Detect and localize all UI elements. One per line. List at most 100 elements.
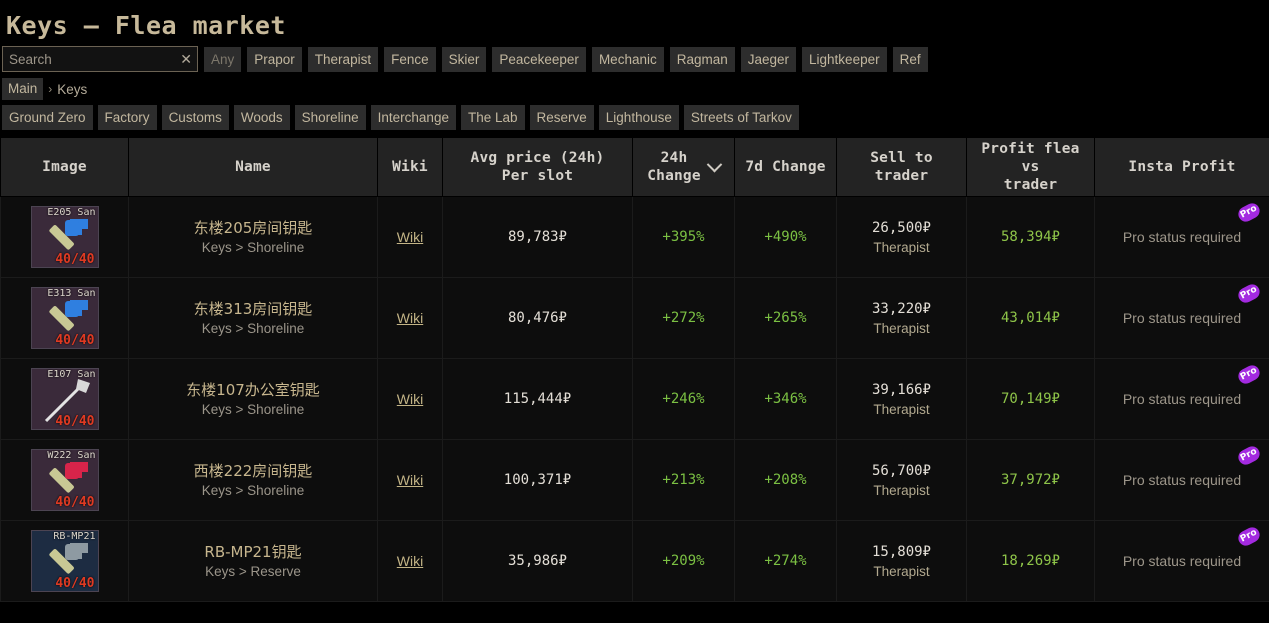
trader-filter-lightkeeper[interactable]: Lightkeeper	[802, 47, 887, 72]
column-header-label: Insta Profit	[1128, 158, 1235, 176]
sell-price-value: 15,809₽	[843, 542, 960, 562]
insta-profit-status: Pro status required	[1123, 472, 1241, 488]
avg-price-value: 35,986₽	[508, 553, 567, 569]
wiki-link[interactable]: Wiki	[397, 391, 423, 407]
change-24h-value: +395%	[662, 229, 704, 245]
cell-sell-to-trader: 56,700₽Therapist	[837, 440, 967, 521]
column-header-name[interactable]: Name	[129, 138, 378, 197]
map-filter-factory[interactable]: Factory	[98, 105, 157, 130]
trader-filter-fence[interactable]: Fence	[384, 47, 436, 72]
map-filter-lighthouse[interactable]: Lighthouse	[599, 105, 679, 130]
trader-filter-therapist[interactable]: Therapist	[308, 47, 378, 72]
item-name[interactable]: 东楼205房间钥匙	[135, 218, 371, 238]
wiki-link[interactable]: Wiki	[397, 553, 423, 569]
item-icon[interactable]: RB-MP2140/40	[31, 530, 99, 592]
wiki-link[interactable]: Wiki	[397, 310, 423, 326]
column-header-label: 7d Change	[745, 158, 825, 176]
cell-name[interactable]: 东楼205房间钥匙Keys > Shoreline	[129, 197, 378, 278]
cell-wiki: Wiki	[378, 197, 443, 278]
pro-badge[interactable]: Pro	[1236, 444, 1262, 468]
change-7d-value: +274%	[764, 553, 806, 569]
breadcrumb-item-main[interactable]: Main	[2, 78, 43, 100]
profit-value: 70,149₽	[1001, 391, 1060, 407]
cell-sell-to-trader: 15,809₽Therapist	[837, 521, 967, 602]
search-box[interactable]: ✕	[2, 46, 198, 72]
trader-filter-ref[interactable]: Ref	[893, 47, 928, 72]
column-header-avg[interactable]: Avg price (24h)Per slot	[443, 138, 633, 197]
cell-profit-flea-vs-trader: 58,394₽	[967, 197, 1095, 278]
trader-filter-jaeger[interactable]: Jaeger	[741, 47, 796, 72]
table-row[interactable]: E205 San40/40 东楼205房间钥匙Keys > Shoreline Wi…	[1, 197, 1269, 278]
pro-badge[interactable]: Pro	[1236, 282, 1262, 306]
cell-name[interactable]: RB-MP21钥匙Keys > Reserve	[129, 521, 378, 602]
cell-name[interactable]: 东楼107办公室钥匙Keys > Shoreline	[129, 359, 378, 440]
pro-badge[interactable]: Pro	[1236, 525, 1262, 549]
table-row[interactable]: E313 San40/40 东楼313房间钥匙Keys > Shoreline Wi…	[1, 278, 1269, 359]
map-filter-streets-of-tarkov[interactable]: Streets of Tarkov	[684, 105, 799, 130]
column-header-change24h[interactable]: 24hChange	[633, 138, 735, 197]
item-icon[interactable]: E107 San40/40	[31, 368, 99, 430]
map-filter-woods[interactable]: Woods	[234, 105, 290, 130]
search-input[interactable]	[3, 47, 197, 71]
item-name[interactable]: RB-MP21钥匙	[135, 542, 371, 562]
trader-filter-skier[interactable]: Skier	[442, 47, 487, 72]
clear-search-icon[interactable]: ✕	[180, 52, 192, 66]
items-table: Image Name Wiki Avg price (24h)Per slot24hC…	[0, 137, 1269, 602]
item-category: Keys > Shoreline	[135, 319, 371, 338]
pro-badge[interactable]: Pro	[1236, 201, 1262, 225]
insta-profit-status: Pro status required	[1123, 229, 1241, 245]
item-icon-label: W222 San	[47, 450, 95, 462]
column-header-sell[interactable]: Sell to trader	[837, 138, 967, 197]
item-icon[interactable]: E313 San40/40	[31, 287, 99, 349]
cell-name[interactable]: 东楼313房间钥匙Keys > Shoreline	[129, 278, 378, 359]
map-filter-customs[interactable]: Customs	[162, 105, 229, 130]
map-filter-interchange[interactable]: Interchange	[371, 105, 456, 130]
cell-name[interactable]: 西楼222房间钥匙Keys > Shoreline	[129, 440, 378, 521]
column-header-change7d[interactable]: 7d Change	[735, 138, 837, 197]
cell-change-24h: +213%	[633, 440, 735, 521]
map-filter-reserve[interactable]: Reserve	[530, 105, 594, 130]
item-icon[interactable]: W222 San40/40	[31, 449, 99, 511]
cell-change-24h: +209%	[633, 521, 735, 602]
cell-profit-flea-vs-trader: 70,149₽	[967, 359, 1095, 440]
map-filter-ground-zero[interactable]: Ground Zero	[2, 105, 93, 130]
item-name[interactable]: 东楼313房间钥匙	[135, 299, 371, 319]
item-icon[interactable]: E205 San40/40	[31, 206, 99, 268]
avg-price-value: 89,783₽	[508, 229, 567, 245]
column-header-profit[interactable]: Profit flea vstrader	[967, 138, 1095, 197]
change-24h-value: +209%	[662, 553, 704, 569]
trader-filter-ragman[interactable]: Ragman	[670, 47, 735, 72]
table-row[interactable]: RB-MP2140/40 RB-MP21钥匙Keys > Reserve Wiki 3…	[1, 521, 1269, 602]
trader-filter-any[interactable]: Any	[204, 47, 241, 72]
cell-sell-to-trader: 39,166₽Therapist	[837, 359, 967, 440]
chevron-down-icon[interactable]	[707, 156, 723, 172]
trader-filter-prapor[interactable]: Prapor	[247, 47, 302, 72]
trader-filter-peacekeeper[interactable]: Peacekeeper	[492, 47, 586, 72]
cell-sell-to-trader: 33,220₽Therapist	[837, 278, 967, 359]
wiki-link[interactable]: Wiki	[397, 229, 423, 245]
item-category: Keys > Shoreline	[135, 400, 371, 419]
wiki-link[interactable]: Wiki	[397, 472, 423, 488]
item-name[interactable]: 东楼107办公室钥匙	[135, 380, 371, 400]
column-header-image[interactable]: Image	[1, 138, 129, 197]
cell-change-7d: +346%	[735, 359, 837, 440]
cell-change-24h: +395%	[633, 197, 735, 278]
column-header-insta[interactable]: Insta Profit	[1095, 138, 1269, 197]
column-header-label: Sell to trader	[841, 149, 962, 185]
map-filter-shoreline[interactable]: Shoreline	[295, 105, 366, 130]
table-row[interactable]: W222 San40/40 西楼222房间钥匙Keys > Shoreline Wi…	[1, 440, 1269, 521]
change-7d-value: +265%	[764, 310, 806, 326]
sell-price-value: 56,700₽	[843, 461, 960, 481]
sell-trader-name: Therapist	[843, 481, 960, 500]
pro-badge[interactable]: Pro	[1236, 363, 1262, 387]
cell-wiki: Wiki	[378, 521, 443, 602]
column-header-label: Wiki	[392, 158, 428, 176]
column-header-wiki[interactable]: Wiki	[378, 138, 443, 197]
table-row[interactable]: E107 San40/40 东楼107办公室钥匙Keys > Shoreline W…	[1, 359, 1269, 440]
map-filter-the-lab[interactable]: The Lab	[461, 105, 525, 130]
item-name[interactable]: 西楼222房间钥匙	[135, 461, 371, 481]
insta-profit-status: Pro status required	[1123, 553, 1241, 569]
sell-trader-name: Therapist	[843, 400, 960, 419]
column-header-label: Name	[235, 158, 271, 176]
trader-filter-mechanic[interactable]: Mechanic	[592, 47, 664, 72]
